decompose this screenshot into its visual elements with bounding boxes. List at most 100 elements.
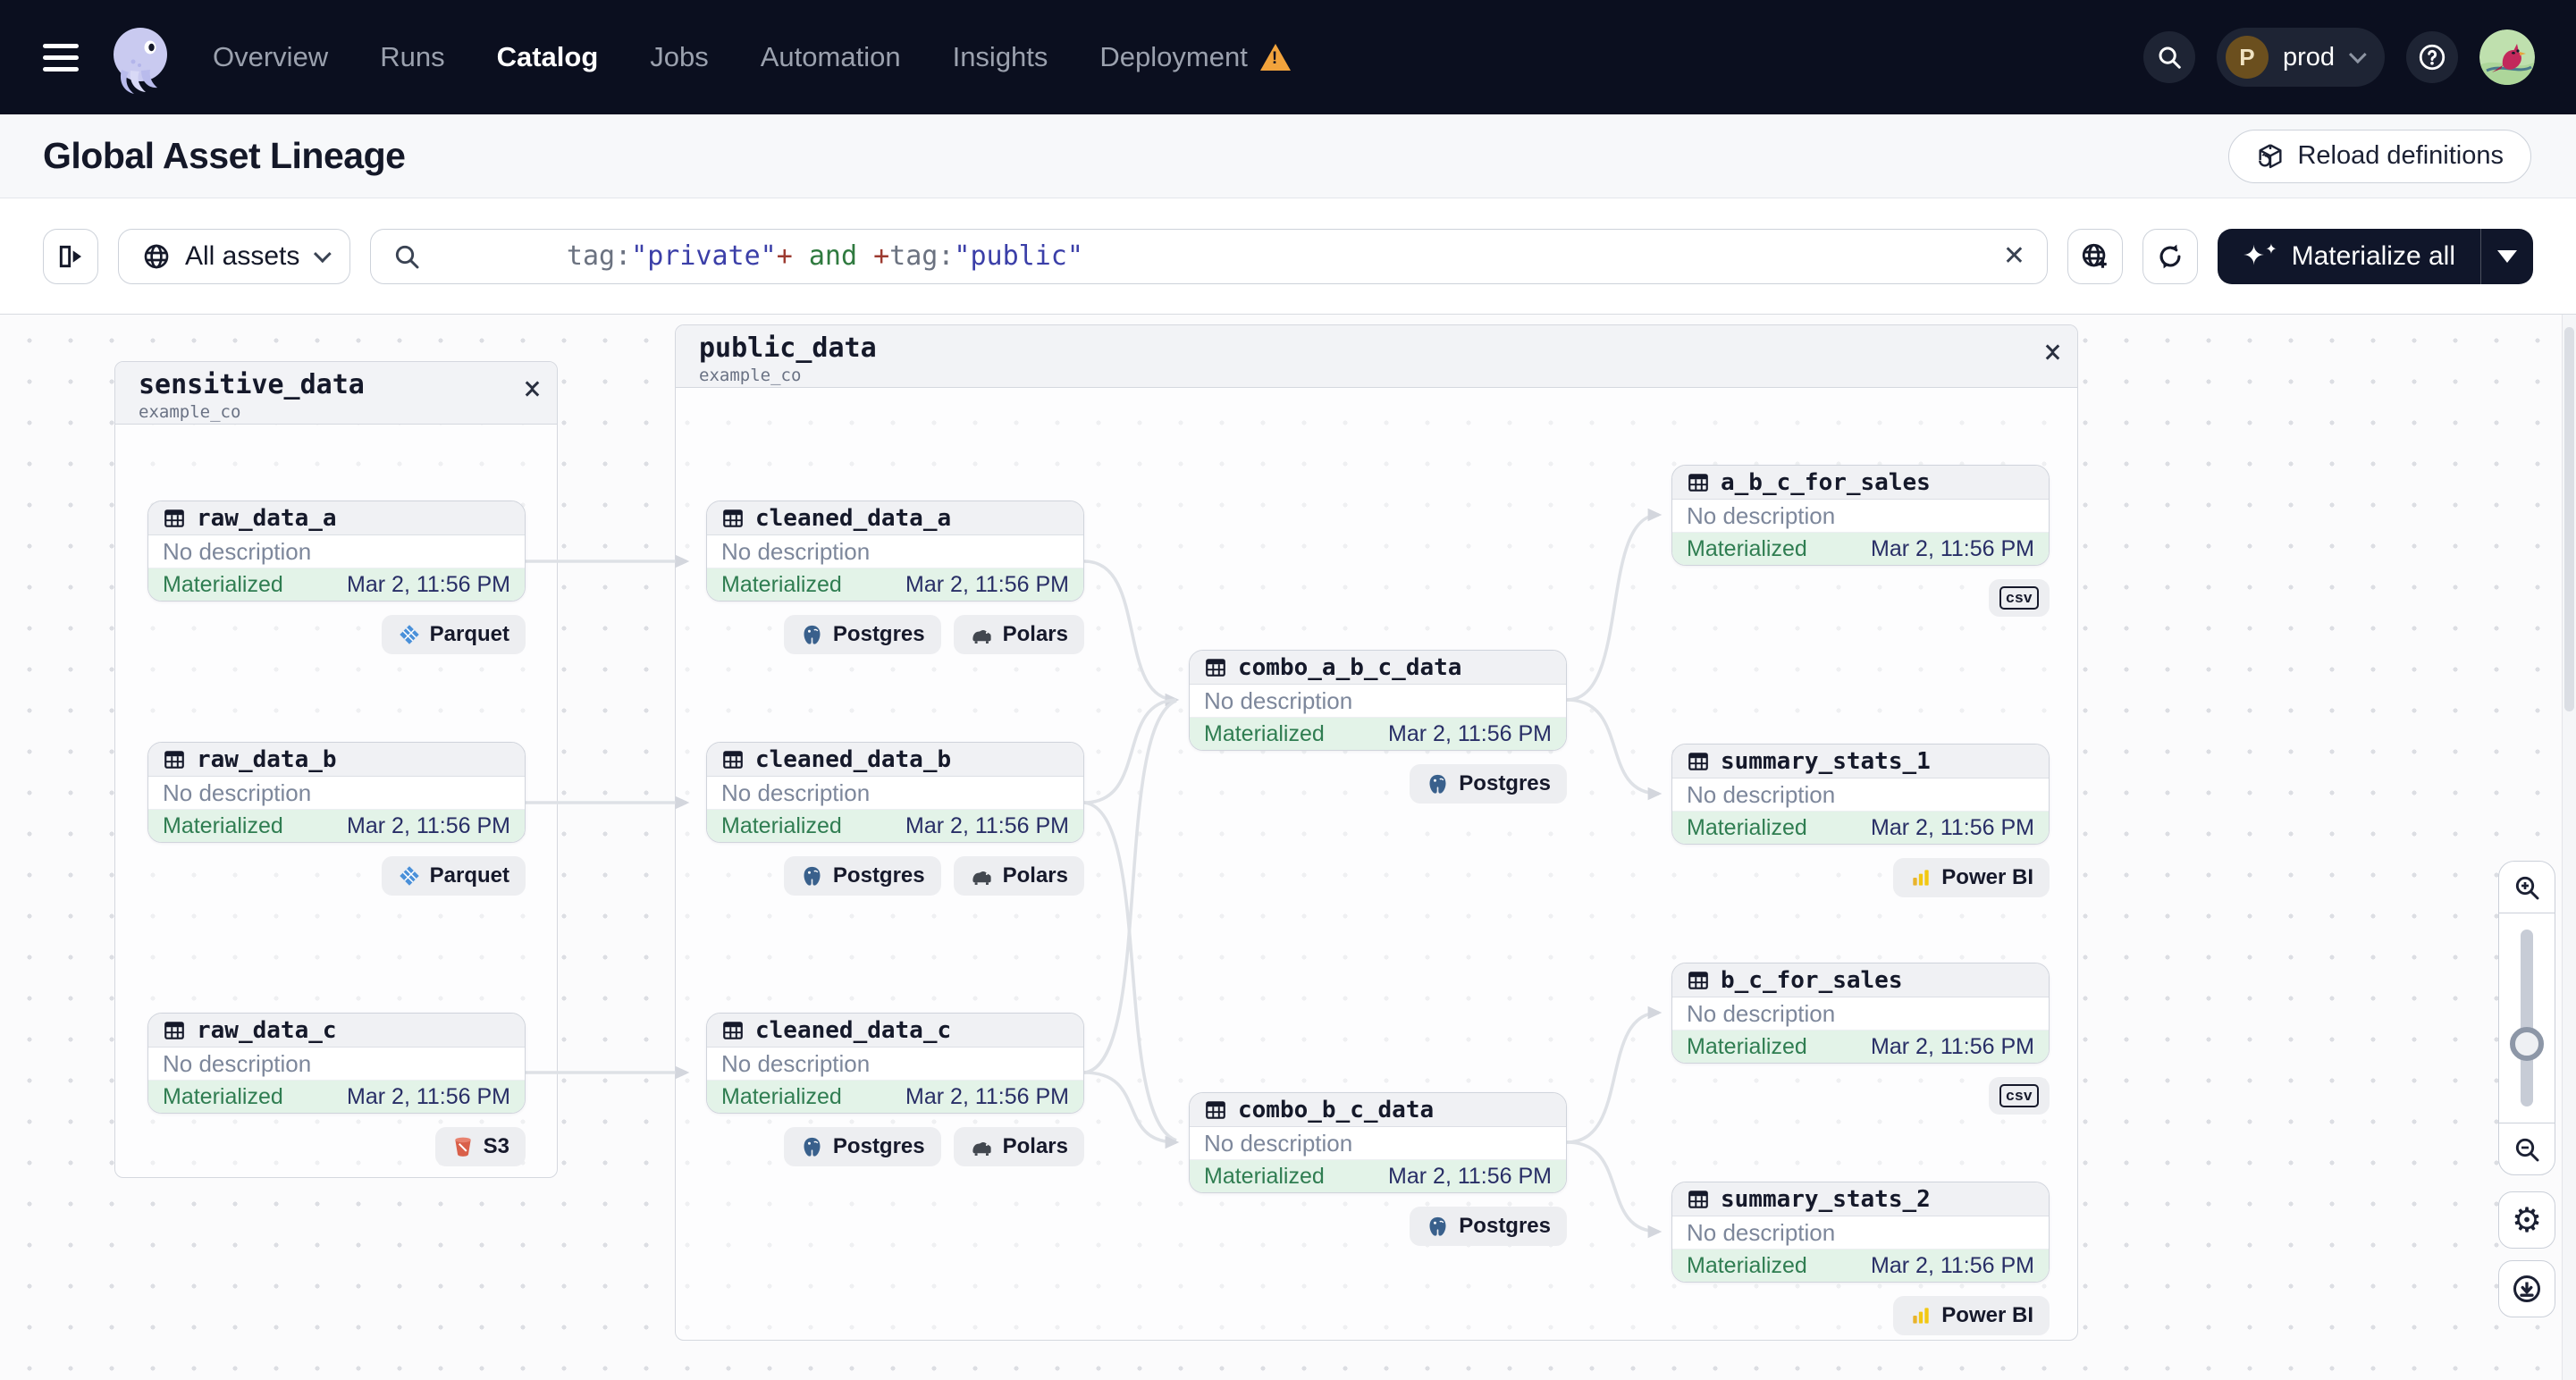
kind-badge-polars: Polars xyxy=(953,856,1084,896)
asset-status: Materialized xyxy=(163,571,283,597)
clear-filter-button[interactable]: ✕ xyxy=(2003,240,2025,272)
collapse-group-icon[interactable] xyxy=(525,375,540,402)
user-avatar[interactable] xyxy=(2479,29,2535,85)
asset-timestamp[interactable]: Mar 2, 11:56 PM xyxy=(1388,1164,1552,1190)
asset-node-raw-data-b[interactable]: raw_data_b No description Materialized Ma… xyxy=(147,742,526,843)
asset-description: No description xyxy=(1672,778,2049,812)
asset-kind-badges: Power BI xyxy=(1671,1296,2050,1335)
asset-timestamp[interactable]: Mar 2, 11:56 PM xyxy=(1871,815,2034,841)
asset-description: No description xyxy=(707,535,1083,568)
asset-kind-badges: Power BI xyxy=(1671,858,2050,897)
postgres-icon xyxy=(804,866,821,886)
polars-icon xyxy=(972,1141,991,1156)
nav-item-insights[interactable]: Insights xyxy=(953,41,1048,73)
asset-name: b_c_for_sales xyxy=(1721,966,1903,994)
asset-name: cleaned_data_a xyxy=(755,504,952,532)
asset-description: No description xyxy=(1190,685,1566,718)
asset-node-combo-a-b-c-data[interactable]: combo_a_b_c_data No description Material… xyxy=(1189,650,1567,751)
asset-timestamp[interactable]: Mar 2, 11:56 PM xyxy=(1388,721,1552,747)
asset-group-header-sensitive-data[interactable]: sensitive_data example_co xyxy=(115,362,557,425)
table-icon xyxy=(1206,658,1225,677)
asset-timestamp[interactable]: Mar 2, 11:56 PM xyxy=(347,1084,510,1110)
csv-icon: csv xyxy=(1999,586,2039,610)
postgres-icon xyxy=(1429,774,1446,794)
reload-definitions-button[interactable]: Reload definitions xyxy=(2228,129,2531,183)
nav-item-overview[interactable]: Overview xyxy=(213,41,328,73)
asset-kind-badges: Postgres Polars xyxy=(706,856,1084,896)
table-icon xyxy=(1206,1100,1225,1119)
asset-status: Materialized xyxy=(1687,535,1807,561)
search-button[interactable] xyxy=(2142,31,2195,83)
zoom-in-button[interactable] xyxy=(2499,862,2555,913)
menu-icon[interactable] xyxy=(43,43,79,72)
nav-item-deployment[interactable]: Deployment xyxy=(1099,41,1291,73)
dagster-app-window: Overview Runs Catalog Jobs Automation In… xyxy=(0,0,2576,1380)
open-left-panel-button[interactable] xyxy=(43,228,98,284)
asset-node-cleaned-data-b[interactable]: cleaned_data_b No description Materializ… xyxy=(706,742,1084,843)
zoom-slider[interactable] xyxy=(2499,913,2555,1123)
asset-name: raw_data_c xyxy=(197,1016,337,1044)
collapse-group-icon[interactable] xyxy=(2045,339,2060,366)
asset-scope-dropdown[interactable]: All assets xyxy=(118,228,351,284)
asset-filter-input[interactable]: tag:"private"+ and +tag:"public" ✕ xyxy=(370,228,2049,284)
kind-badge-power-bi: Power BI xyxy=(1893,858,2050,897)
asset-node-b-c-for-sales[interactable]: b_c_for_sales No description Materialize… xyxy=(1671,963,2050,1064)
asset-group-header-public-data[interactable]: public_data example_co xyxy=(676,325,2077,388)
nav-item-automation[interactable]: Automation xyxy=(761,41,901,73)
nav-item-runs[interactable]: Runs xyxy=(380,41,444,73)
nav-item-jobs[interactable]: Jobs xyxy=(650,41,708,73)
asset-kind-badges: Parquet xyxy=(147,615,526,654)
asset-timestamp[interactable]: Mar 2, 11:56 PM xyxy=(905,813,1069,839)
scrollbar-thumb[interactable] xyxy=(2564,327,2574,711)
materialize-options-button[interactable] xyxy=(2481,229,2533,284)
zoom-out-button[interactable] xyxy=(2499,1123,2555,1174)
asset-node-a-b-c-for-sales[interactable]: a_b_c_for_sales No description Materiali… xyxy=(1671,465,2050,566)
asset-description: No description xyxy=(148,535,525,568)
asset-kind-badges: Postgres xyxy=(1189,764,1567,804)
asset-node-raw-data-c[interactable]: raw_data_c No description Materialized Ma… xyxy=(147,1013,526,1114)
reload-cube-icon xyxy=(2259,143,2282,168)
asset-node-combo-b-c-data[interactable]: combo_b_c_data No description Materializ… xyxy=(1189,1092,1567,1193)
nav-item-catalog[interactable]: Catalog xyxy=(497,41,599,73)
asset-status: Materialized xyxy=(1687,814,1807,840)
download-graph-button[interactable] xyxy=(2498,1260,2555,1317)
asset-timestamp[interactable]: Mar 2, 11:56 PM xyxy=(905,1084,1069,1110)
filter-query: tag:"private"+ and +tag:"public" xyxy=(566,240,1083,272)
asset-node-summary-stats-1[interactable]: summary_stats_1 No description Materiali… xyxy=(1671,744,2050,845)
view-graph-scope-button[interactable] xyxy=(2067,228,2124,284)
asset-kind-badges: csv xyxy=(1671,1077,2050,1115)
vertical-scrollbar[interactable] xyxy=(2562,315,2576,1380)
deployment-switcher[interactable]: P prod xyxy=(2216,28,2385,87)
asset-status: Materialized xyxy=(1687,1033,1807,1059)
asset-timestamp[interactable]: Mar 2, 11:56 PM xyxy=(1871,1253,2034,1279)
nav-right: P prod xyxy=(2142,28,2576,87)
asset-name: summary_stats_2 xyxy=(1721,1185,1931,1213)
postgres-icon xyxy=(804,1137,821,1157)
asset-node-raw-data-a[interactable]: raw_data_a No description Materialized Ma… xyxy=(147,501,526,602)
reload-definitions-label: Reload definitions xyxy=(2297,141,2504,170)
graph-settings-button[interactable]: ⚙ xyxy=(2498,1191,2555,1249)
materialize-all-button[interactable]: ✦✦ Materialize all xyxy=(2218,229,2480,284)
help-button[interactable] xyxy=(2406,31,2458,83)
asset-name: a_b_c_for_sales xyxy=(1721,468,1931,496)
lineage-canvas[interactable]: sensitive_data example_co public_data ex… xyxy=(0,315,2576,1380)
asset-description: No description xyxy=(1190,1127,1566,1160)
asset-timestamp[interactable]: Mar 2, 11:56 PM xyxy=(347,572,510,598)
s3-bucket-icon xyxy=(454,1137,471,1157)
asset-node-summary-stats-2[interactable]: summary_stats_2 No description Materiali… xyxy=(1671,1182,2050,1283)
power-bi-icon xyxy=(1913,1308,1929,1324)
asset-timestamp[interactable]: Mar 2, 11:56 PM xyxy=(905,572,1069,598)
asset-description: No description xyxy=(1672,500,2049,533)
asset-timestamp[interactable]: Mar 2, 11:56 PM xyxy=(347,813,510,839)
asset-timestamp[interactable]: Mar 2, 11:56 PM xyxy=(1871,1034,2034,1060)
asset-node-cleaned-data-c[interactable]: cleaned_data_c No description Materializ… xyxy=(706,1013,1084,1114)
zoom-slider-track[interactable] xyxy=(2521,930,2533,1107)
zoom-slider-thumb[interactable] xyxy=(2510,1027,2544,1061)
asset-scope-label: All assets xyxy=(185,240,300,271)
table-icon xyxy=(1688,1190,1708,1208)
refresh-button[interactable] xyxy=(2142,228,2199,284)
postgres-icon xyxy=(804,625,821,644)
asset-node-cleaned-data-a[interactable]: cleaned_data_a No description Materializ… xyxy=(706,501,1084,602)
asset-timestamp[interactable]: Mar 2, 11:56 PM xyxy=(1871,536,2034,562)
dagster-logo-icon[interactable] xyxy=(104,21,177,94)
